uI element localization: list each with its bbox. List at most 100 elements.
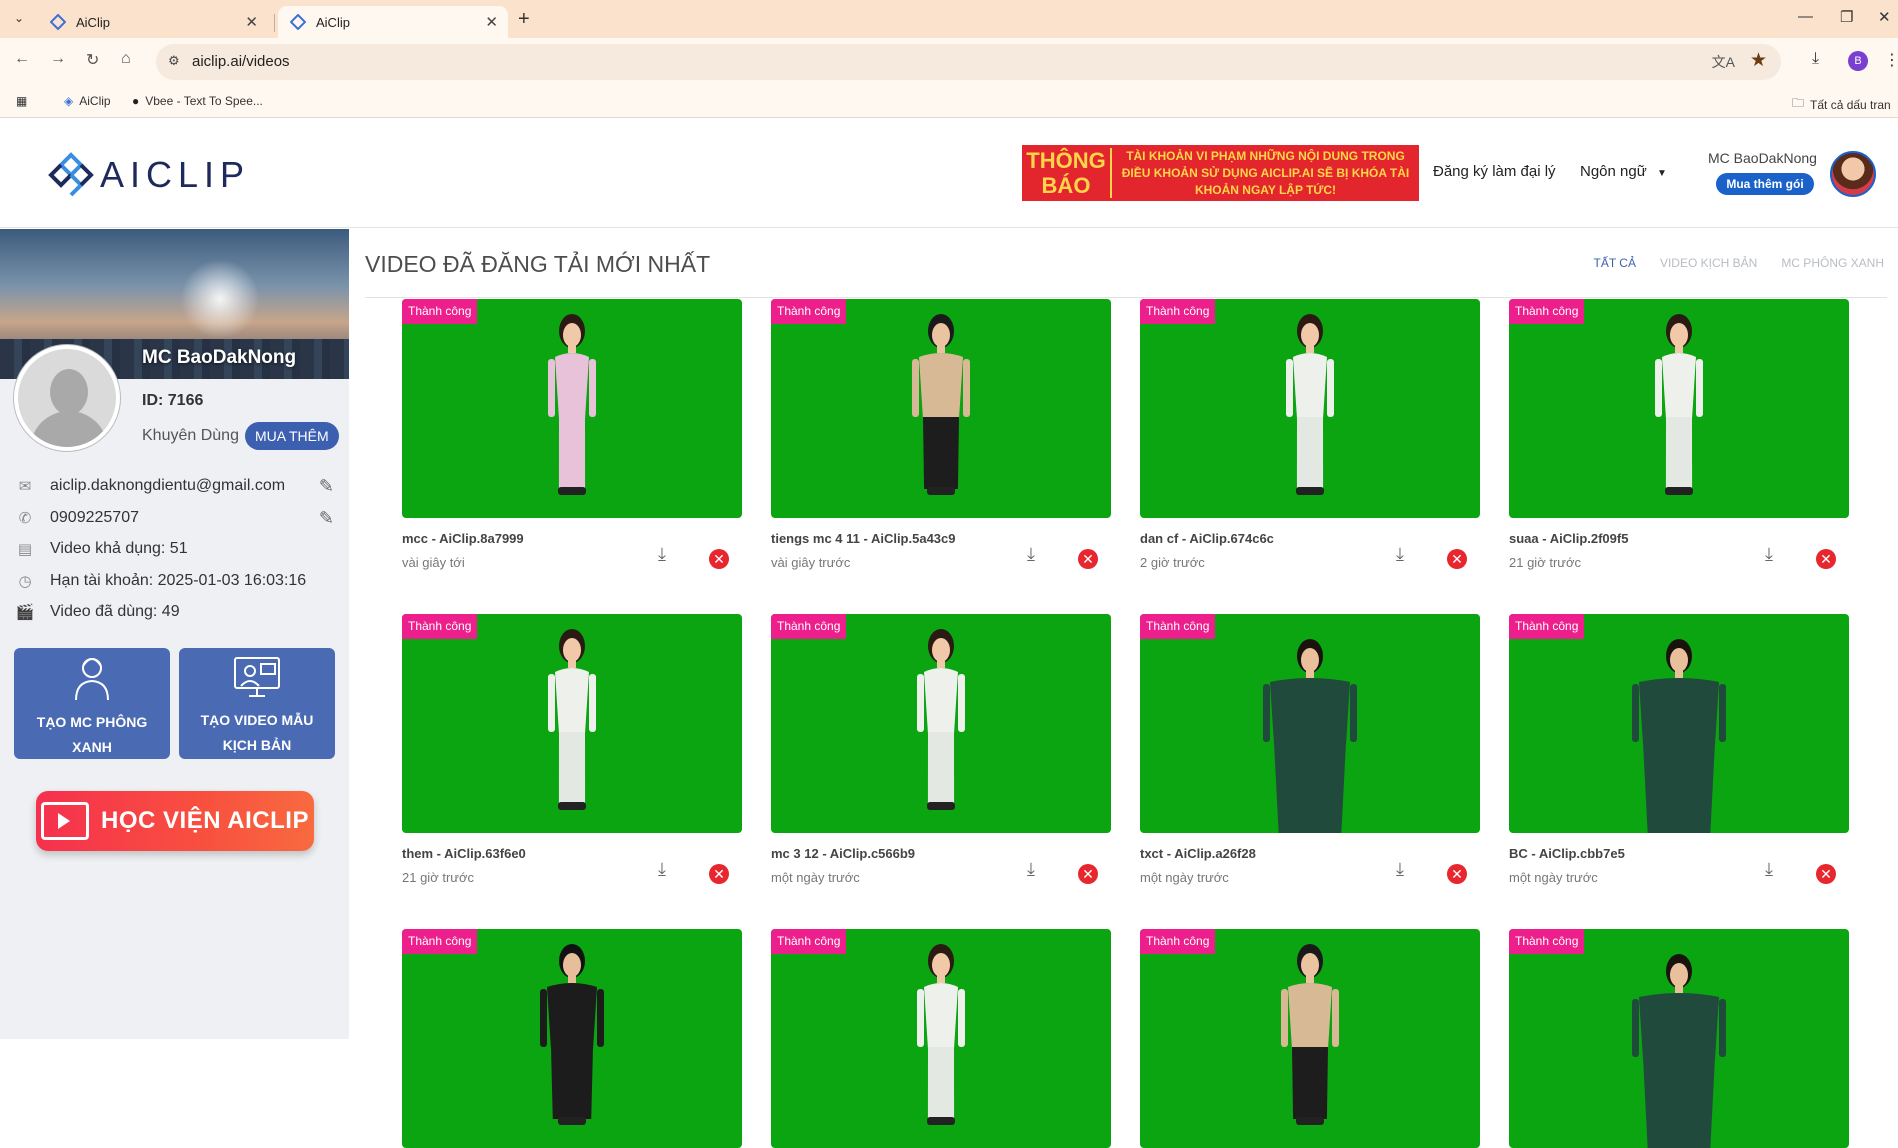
videos-available-row: ▤ Video khả dụng: 51: [14, 537, 334, 561]
video-timestamp: 2 giờ trước: [1140, 555, 1205, 570]
apps-grid-icon[interactable]: ▦: [16, 94, 33, 108]
delete-icon[interactable]: ✕: [1816, 864, 1836, 884]
video-thumbnail[interactable]: Thành công: [1140, 299, 1480, 518]
close-window-icon[interactable]: ✕: [1878, 8, 1891, 26]
forward-icon[interactable]: →: [50, 50, 66, 68]
tab-search-menu-icon[interactable]: ⌄: [8, 7, 30, 29]
browser-menu-icon[interactable]: ⋮: [1884, 50, 1898, 70]
site-header: AICLIP THÔNG BÁO TÀI KHOẢN VI PHẠM NHỮNG…: [0, 118, 1898, 228]
video-thumbnail[interactable]: Thành công: [402, 299, 742, 518]
filter-script-video-tab[interactable]: VIDEO KỊCH BẢN: [1660, 256, 1757, 270]
delete-icon[interactable]: ✕: [1816, 549, 1836, 569]
register-agent-link[interactable]: Đăng ký làm đại lý: [1433, 163, 1556, 180]
download-icon[interactable]: ⤓: [658, 544, 666, 565]
create-green-mc-button[interactable]: TẠO MC PHÔNG XANH: [14, 648, 170, 759]
profile-avatar[interactable]: B: [1848, 51, 1868, 71]
browser-tab-2[interactable]: AiClip ✕: [278, 6, 508, 38]
aiclip-logo[interactable]: AICLIP: [48, 152, 250, 198]
profile-avatar-placeholder[interactable]: [14, 345, 120, 451]
new-tab-icon[interactable]: +: [518, 8, 530, 31]
browser-tab-1[interactable]: AiClip ✕: [38, 6, 268, 38]
presenter-figure: [1655, 314, 1703, 495]
filter-all-tab[interactable]: TẤT CẢ: [1594, 256, 1636, 270]
video-timestamp: 21 giờ trước: [402, 870, 474, 885]
video-thumbnail[interactable]: Thành công: [1140, 614, 1480, 833]
bookmark-aiclip[interactable]: ◈ AiClip: [64, 94, 111, 108]
download-icon[interactable]: ⤓: [1765, 859, 1773, 880]
download-icon[interactable]: ⤓: [1027, 859, 1035, 880]
delete-icon[interactable]: ✕: [1078, 864, 1098, 884]
aiclip-academy-button[interactable]: HỌC VIỆN AICLIP: [36, 791, 314, 851]
user-avatar[interactable]: [1830, 151, 1876, 197]
site-info-icon[interactable]: ⚙: [168, 53, 180, 69]
language-label: Ngôn ngữ: [1580, 163, 1647, 180]
download-icon[interactable]: ⤓: [1765, 544, 1773, 565]
translate-icon[interactable]: 文A: [1712, 52, 1735, 72]
address-bar[interactable]: ⚙ aiclip.ai/videos 文A ★: [156, 44, 1781, 80]
create-script-video-button[interactable]: TẠO VIDEO MẪU KỊCH BẢN: [179, 648, 335, 759]
videos-used-row: 🎬 Video đã dùng: 49: [14, 600, 334, 624]
tab-divider: [274, 14, 275, 32]
back-icon[interactable]: ←: [14, 50, 30, 68]
language-dropdown[interactable]: Ngôn ngữ ▼: [1580, 163, 1667, 180]
video-thumbnail[interactable]: Thành công: [402, 614, 742, 833]
video-title[interactable]: mcc - AiClip.8a7999: [402, 531, 524, 546]
video-thumbnail[interactable]: Thành công: [771, 614, 1111, 833]
create-script-video-line1: TẠO VIDEO MẪU: [200, 712, 314, 728]
status-badge: Thành công: [771, 929, 847, 954]
video-title[interactable]: BC - AiClip.cbb7e5: [1509, 846, 1625, 861]
clapperboard-icon: 🎬: [15, 604, 35, 621]
delete-icon[interactable]: ✕: [709, 864, 729, 884]
filter-green-mc-tab[interactable]: MC PHÔNG XANH: [1781, 256, 1884, 270]
account-expiry-text: Hạn tài khoản: 2025-01-03 16:03:16: [50, 572, 307, 589]
download-icon[interactable]: ⤓: [1812, 50, 1819, 68]
minimize-icon[interactable]: —: [1798, 8, 1813, 25]
video-title[interactable]: tiengs mc 4 11 - AiClip.5a43c9: [771, 531, 956, 546]
download-icon[interactable]: ⤓: [1027, 544, 1035, 565]
video-play-icon: [41, 802, 90, 840]
download-icon[interactable]: ⤓: [1396, 544, 1404, 565]
close-tab-icon[interactable]: ✕: [245, 13, 258, 31]
download-icon[interactable]: ⤓: [1396, 859, 1404, 880]
create-green-mc-line2: XANH: [72, 739, 112, 755]
video-title[interactable]: txct - AiClip.a26f28: [1140, 846, 1256, 861]
delete-icon[interactable]: ✕: [1447, 549, 1467, 569]
bookmark-star-icon[interactable]: ★: [1750, 49, 1767, 72]
buy-package-button[interactable]: Mua thêm gói: [1716, 173, 1814, 195]
buy-more-button[interactable]: MUA THÊM: [245, 422, 339, 450]
restore-icon[interactable]: ❐: [1840, 8, 1853, 26]
close-tab-icon[interactable]: ✕: [485, 13, 498, 31]
download-icon[interactable]: ⤓: [658, 859, 666, 880]
videos-available-text: Video khả dụng: 51: [50, 540, 188, 557]
presenter-figure: [912, 314, 970, 495]
status-badge: Thành công: [771, 299, 847, 324]
video-timestamp: một ngày trước: [771, 870, 860, 885]
video-list-icon: ▤: [17, 541, 33, 558]
video-timestamp: vài giây trước: [771, 555, 851, 570]
video-title[interactable]: mc 3 12 - AiClip.c566b9: [771, 846, 915, 861]
plan-name: Khuyên Dùng: [142, 427, 239, 444]
notice-title: THÔNG BÁO: [1022, 148, 1112, 198]
video-thumbnail[interactable]: Thành công: [771, 299, 1111, 518]
video-thumbnail[interactable]: Thành công: [1509, 614, 1849, 833]
bookmark-vbee[interactable]: ● Vbee - Text To Spee...: [132, 94, 263, 108]
aiclip-logo-icon: [48, 152, 94, 197]
delete-icon[interactable]: ✕: [709, 549, 729, 569]
video-thumbnail[interactable]: Thành công: [1509, 299, 1849, 518]
status-badge: Thành công: [1140, 929, 1216, 954]
presenter-figure: [1286, 314, 1334, 495]
presenter-figure: [1632, 639, 1726, 833]
delete-icon[interactable]: ✕: [1447, 864, 1467, 884]
edit-email-icon[interactable]: ✎: [319, 476, 334, 497]
avatar-body: [30, 411, 108, 447]
delete-icon[interactable]: ✕: [1078, 549, 1098, 569]
status-badge: Thành công: [1509, 614, 1585, 639]
all-bookmarks-folder[interactable]: 🗀 Tất cả dấu tran: [1792, 94, 1891, 115]
reload-icon[interactable]: ↻: [86, 50, 99, 70]
video-title[interactable]: dan cf - AiClip.674c6c: [1140, 531, 1274, 546]
video-title[interactable]: suaa - AiClip.2f09f5: [1509, 531, 1628, 546]
home-icon[interactable]: ⌂: [121, 50, 131, 68]
edit-phone-icon[interactable]: ✎: [319, 508, 334, 529]
url-text[interactable]: aiclip.ai/videos: [192, 53, 290, 70]
video-title[interactable]: them - AiClip.63f6e0: [402, 846, 526, 861]
